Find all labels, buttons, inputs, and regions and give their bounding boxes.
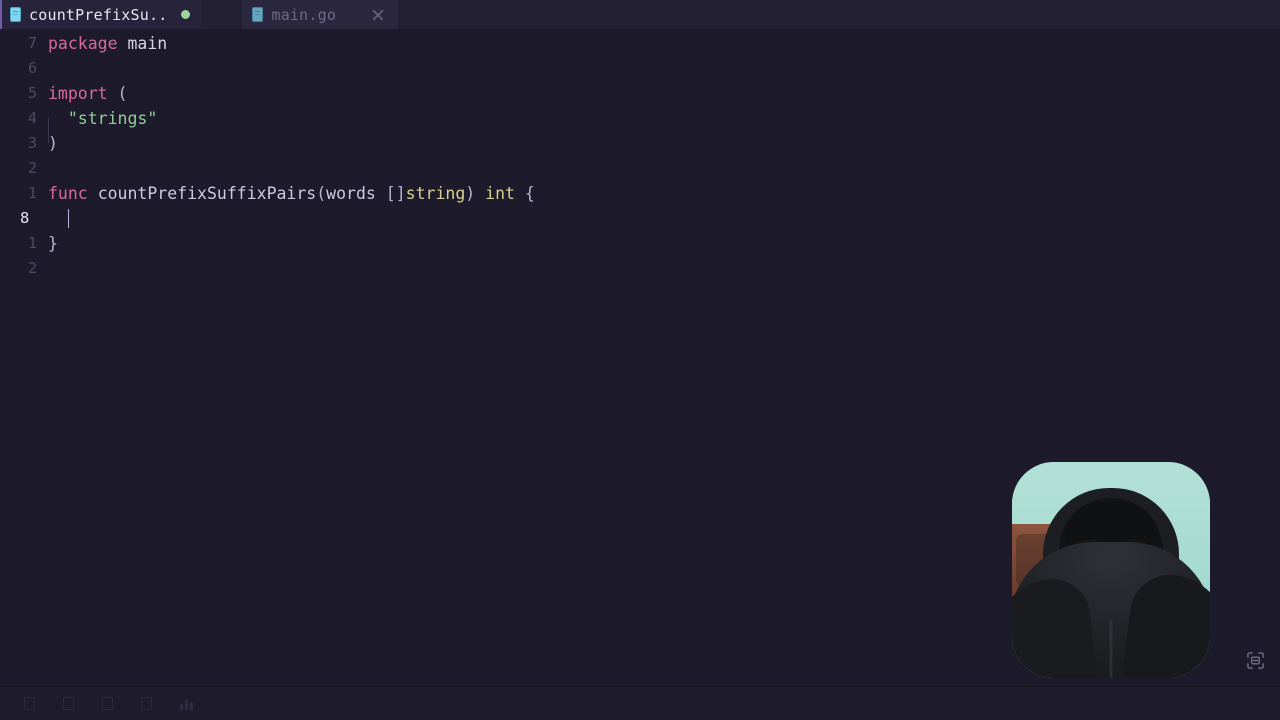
go-file-icon: [10, 7, 21, 22]
code-token: []: [385, 184, 406, 203]
tab-spacer: [202, 0, 243, 29]
status-item-document[interactable]: [24, 697, 41, 710]
branch-icon: [63, 697, 74, 710]
code-token: (: [316, 184, 327, 203]
editor-window: countPrefixSu.. main.go 7 package main 6 5 i…: [0, 0, 1280, 720]
webcam-overlay[interactable]: [1012, 462, 1210, 678]
code-token: (: [117, 84, 128, 103]
line-number: 2: [27, 159, 37, 177]
document-icon: [24, 697, 35, 710]
code-token: countPrefixSuffixPairs: [97, 184, 317, 203]
tab-label: main.go: [271, 5, 337, 24]
code-token: func: [48, 184, 88, 203]
modified-indicator-icon: [181, 10, 191, 19]
line-number: 1: [27, 234, 37, 252]
close-icon[interactable]: [370, 7, 386, 23]
code-line[interactable]: 5 import (: [0, 81, 1280, 106]
code-token: words: [326, 184, 376, 203]
line-number: 2: [27, 259, 37, 277]
code-token: ): [465, 184, 476, 203]
tab-bar: countPrefixSu.. main.go: [0, 0, 1280, 29]
code-token: string: [405, 184, 466, 203]
code-text: ): [46, 131, 58, 156]
expand-screen-icon[interactable]: [1246, 651, 1265, 670]
code-token: int: [485, 184, 515, 203]
webcam-hoodie-zipper: [1109, 620, 1113, 678]
code-token: {: [524, 184, 535, 203]
code-text: [46, 206, 70, 231]
code-line[interactable]: 8: [0, 206, 1280, 231]
code-line[interactable]: 2: [0, 256, 1280, 281]
line-number: 3: [27, 134, 37, 152]
line-number: 6: [27, 59, 37, 77]
line-number: 5: [27, 84, 37, 102]
tab-label: countPrefixSu..: [29, 5, 168, 24]
code-line[interactable]: 7 package main: [0, 31, 1280, 56]
code-text: func countPrefixSuffixPairs(words []stri…: [46, 181, 535, 206]
code-token: import: [48, 84, 108, 103]
text-icon: [141, 697, 152, 710]
code-text: }: [46, 231, 58, 256]
code-line[interactable]: 1}: [0, 231, 1280, 256]
go-file-icon: [252, 7, 264, 22]
status-item-check[interactable]: [102, 697, 119, 710]
text-cursor: [67, 209, 70, 228]
code-lines: 7 package main 6 5 import (4 "strings" 3) 2 1 fu…: [0, 31, 1280, 281]
code-text: import (: [46, 81, 127, 106]
code-line[interactable]: 1 func countPrefixSuffixPairs(words []str…: [0, 181, 1280, 206]
status-item-branch[interactable]: [63, 697, 80, 710]
code-text: "strings": [46, 106, 158, 143]
tab-main-go[interactable]: main.go: [242, 0, 399, 29]
status-item-text[interactable]: [141, 697, 158, 710]
code-token: }: [48, 234, 58, 253]
status-item-bars[interactable]: [180, 698, 199, 710]
code-text: package main: [46, 31, 167, 56]
status-bar: [0, 686, 1280, 720]
line-number: 8: [20, 209, 30, 227]
line-number: 7: [27, 34, 37, 52]
code-token: package: [48, 34, 118, 53]
code-line[interactable]: 6: [0, 56, 1280, 81]
code-line[interactable]: 2: [0, 156, 1280, 181]
tab-countprefixsuffixpairs[interactable]: countPrefixSu..: [0, 0, 203, 29]
check-icon: [102, 697, 113, 710]
line-number: 1: [27, 184, 37, 202]
code-line[interactable]: 4 "strings": [0, 106, 1280, 143]
code-token: ): [48, 134, 58, 153]
code-token: "strings": [67, 109, 158, 128]
line-number: 4: [27, 109, 37, 127]
code-token: main: [127, 34, 168, 53]
bars-icon: [180, 698, 193, 710]
tab-bar-filler: [398, 0, 1280, 29]
code-line[interactable]: 3): [0, 131, 1280, 156]
